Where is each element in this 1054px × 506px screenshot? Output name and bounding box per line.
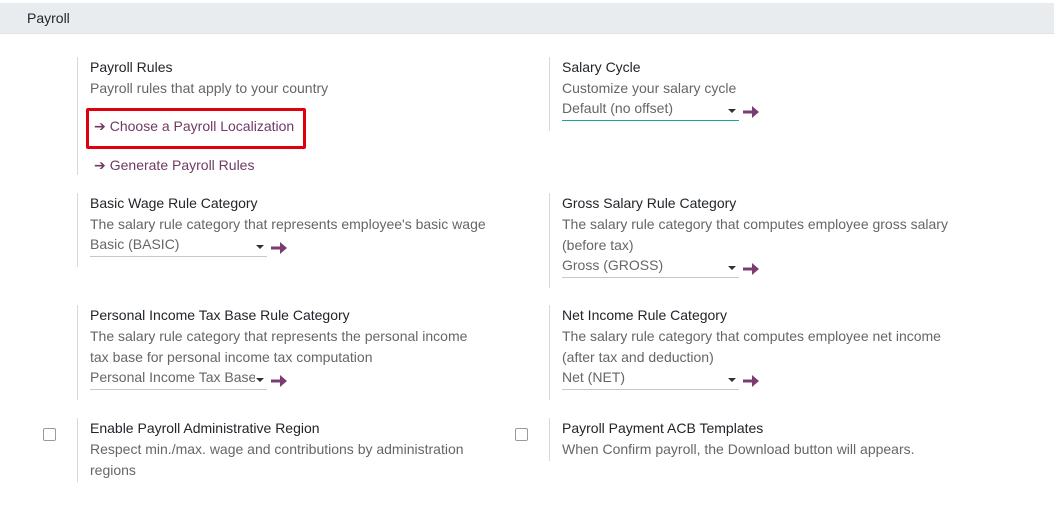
pit-base-title: Personal Income Tax Base Rule Category (90, 307, 350, 323)
acb-templates-description: When Confirm payroll, the Download butto… (562, 441, 915, 457)
arrow-right-icon[interactable] (742, 104, 760, 120)
salary-cycle-value: Default (no offset) (562, 100, 674, 116)
caret-down-icon (728, 266, 736, 270)
salary-cycle-description: Customize your salary cycle (562, 80, 737, 96)
net-income-value: Net (NET) (562, 369, 625, 385)
net-income-select[interactable]: Net (NET) (562, 369, 739, 390)
setting-divider (549, 193, 550, 288)
section-title: Payroll (27, 10, 70, 26)
net-income-title: Net Income Rule Category (562, 307, 727, 323)
setting-divider (77, 57, 78, 175)
salary-cycle-title: Salary Cycle (562, 59, 641, 75)
arrow-right-icon[interactable] (742, 373, 760, 389)
arrow-right-icon[interactable] (742, 261, 760, 277)
pit-base-description-line2: tax base for personal income tax computa… (90, 349, 373, 365)
pit-base-description-line1: The salary rule category that represents… (90, 328, 468, 344)
setting-divider (549, 305, 550, 400)
caret-down-icon (728, 378, 736, 382)
generate-payroll-rules-label: Generate Payroll Rules (109, 157, 255, 173)
salary-cycle-select[interactable]: Default (no offset) (562, 100, 739, 121)
admin-region-description-line2: regions (90, 462, 136, 478)
basic-wage-description: The salary rule category that represents… (90, 216, 486, 232)
net-income-description-line1: The salary rule category that computes e… (562, 328, 941, 344)
gross-salary-title: Gross Salary Rule Category (562, 195, 737, 211)
arrow-right-icon: ➔ (94, 157, 106, 173)
basic-wage-value: Basic (BASIC) (90, 236, 180, 252)
section-header: Payroll (0, 3, 1054, 34)
generate-payroll-rules-link[interactable]: ➔ Generate Payroll Rules (94, 157, 254, 174)
setting-divider (77, 193, 78, 267)
acb-templates-checkbox[interactable] (515, 428, 528, 441)
net-income-description-line2: (after tax and deduction) (562, 349, 714, 365)
setting-divider (549, 418, 550, 461)
payroll-rules-description: Payroll rules that apply to your country (90, 80, 329, 96)
acb-templates-title: Payroll Payment ACB Templates (562, 420, 764, 436)
payroll-rules-title: Payroll Rules (90, 59, 173, 75)
gross-salary-select[interactable]: Gross (GROSS) (562, 257, 739, 278)
admin-region-description-line1: Respect min./max. wage and contributions… (90, 441, 464, 457)
gross-salary-description-line1: The salary rule category that computes e… (562, 216, 948, 232)
pit-base-select[interactable]: Personal Income Tax Base (90, 369, 267, 390)
admin-region-title: Enable Payroll Administrative Region (90, 420, 320, 436)
gross-salary-value: Gross (GROSS) (562, 257, 664, 273)
setting-divider (77, 418, 78, 482)
basic-wage-title: Basic Wage Rule Category (90, 195, 258, 211)
caret-down-icon (256, 245, 264, 249)
arrow-right-icon[interactable] (270, 373, 288, 389)
arrow-right-icon[interactable] (270, 240, 288, 256)
setting-divider (77, 305, 78, 400)
pit-base-value: Personal Income Tax Base (90, 369, 255, 385)
caret-down-icon (728, 109, 736, 113)
setting-divider (549, 57, 550, 131)
caret-down-icon (256, 378, 264, 382)
admin-region-checkbox[interactable] (43, 428, 56, 441)
arrow-right-icon: ➔ (94, 118, 106, 134)
choose-localization-link[interactable]: ➔ Choose a Payroll Localization (94, 118, 294, 135)
choose-localization-label: Choose a Payroll Localization (109, 118, 295, 134)
gross-salary-description-line2: (before tax) (562, 237, 634, 253)
basic-wage-select[interactable]: Basic (BASIC) (90, 236, 267, 257)
